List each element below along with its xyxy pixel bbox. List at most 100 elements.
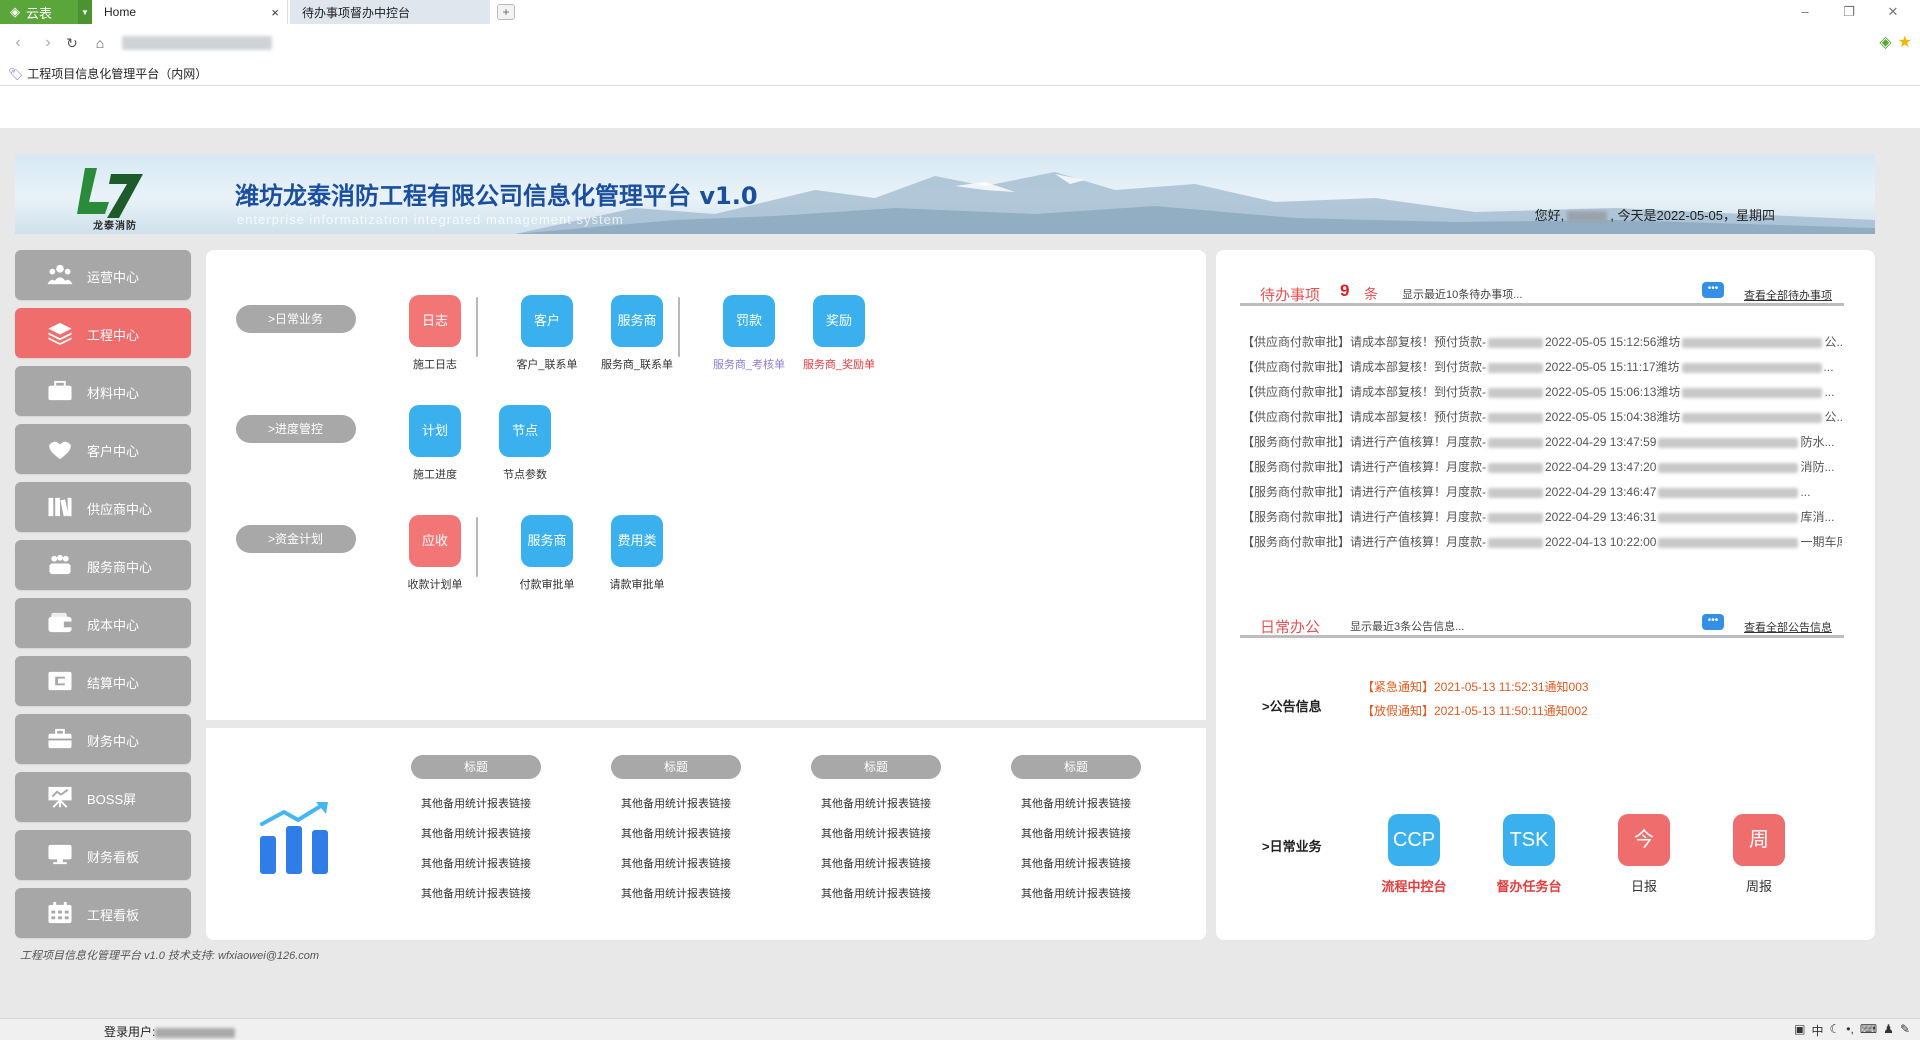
daily-app-tile[interactable]: CCP 流程中控台 [1374,814,1454,895]
sidebar-item[interactable]: 运营中心 [15,250,191,300]
extension-icon[interactable]: ◈ [1879,32,1891,52]
stats-link[interactable]: 其他备用统计报表链接 [411,879,541,909]
tile-caption[interactable]: 付款审批单 [502,576,592,592]
user-icon[interactable]: ♟ [1883,1022,1894,1039]
sidebar-item[interactable]: 客户中心 [15,424,191,474]
sidebar-item[interactable]: 材料中心 [15,366,191,416]
daily-app-icon[interactable]: TSK [1503,814,1555,866]
close-icon[interactable]: × [271,5,279,20]
tools-icon[interactable]: ✎ [1900,1022,1910,1039]
tab-todo-console[interactable]: 待办事项督办中控台 [290,0,490,24]
daily-app-tile[interactable]: TSK 督办任务台 [1489,814,1569,895]
stats-link[interactable]: 其他备用统计报表链接 [1011,819,1141,849]
stats-link[interactable]: 其他备用统计报表链接 [811,879,941,909]
tile-caption[interactable]: 服务商_考核单 [704,356,794,372]
daily-app-caption[interactable]: 日报 [1604,876,1684,895]
view-all-notices-link[interactable]: 查看全部公告信息 [1744,619,1832,635]
stats-link[interactable]: 其他备用统计报表链接 [611,789,741,819]
stats-link[interactable]: 其他备用统计报表链接 [411,849,541,879]
sidebar-item[interactable]: 工程看板 [15,888,191,938]
stats-link[interactable]: 其他备用统计报表链接 [1011,879,1141,909]
sidebar-item[interactable]: BOSS屏 [15,772,191,822]
view-all-todo-link[interactable]: 查看全部待办事项 [1744,287,1832,303]
moon-icon[interactable]: ☾ [1830,1022,1841,1039]
brand-menu-button[interactable]: ◈ 云表 ▼ [0,0,92,24]
daily-app-caption[interactable]: 流程中控台 [1374,876,1454,895]
close-window-button[interactable]: ✕ [1878,2,1908,22]
todo-item[interactable]: 【供应商付款审批】请成本部复核！预付货款- 2022-05-05 15:04:38… [1242,405,1842,430]
notice-item[interactable]: 【放假通知】2021-05-13 11:50:11通知002 [1362,702,1588,719]
notice-item[interactable]: 【紧急通知】2021-05-13 11:52:31通知003 [1362,678,1589,695]
daily-app-icon[interactable]: 周 [1733,814,1785,866]
business-tile[interactable]: 服务商 付款审批单 [502,515,592,592]
stats-link[interactable]: 其他备用统计报表链接 [1011,789,1141,819]
todo-item[interactable]: 【服务商付款审批】请进行产值核算！月度款- 2022-04-29 13:46:47… [1242,480,1842,505]
daily-app-icon[interactable]: 今 [1618,814,1670,866]
sidebar-item[interactable]: 财务看板 [15,830,191,880]
stats-link[interactable]: 其他备用统计报表链接 [611,879,741,909]
new-tab-button[interactable]: + [497,4,515,20]
business-tile[interactable]: 日志 施工日志 [390,295,480,372]
daily-app-tile[interactable]: 周周报 [1719,814,1799,895]
sidebar-item[interactable]: 成本中心 [15,598,191,648]
address-bar[interactable] [122,36,272,50]
daily-app-caption[interactable]: 周报 [1719,876,1799,895]
business-tile[interactable]: 罚款 服务商_考核单 [704,295,794,372]
business-tile[interactable]: 费用类 请款审批单 [592,515,682,592]
tab-home[interactable]: Home × [92,0,288,24]
restore-button[interactable]: ❐ [1834,2,1864,22]
business-tile[interactable]: 客户客户_联系单 [502,295,592,372]
tile-icon[interactable]: 节点 [499,405,551,457]
tile-caption[interactable]: 施工进度 [390,466,480,482]
star-icon[interactable]: ★ [1898,32,1912,52]
bookmark-item[interactable]: 工程项目信息化管理平台（内网） [27,65,207,82]
daily-app-tile[interactable]: 今日报 [1604,814,1684,895]
todo-item[interactable]: 【服务商付款审批】请进行产值核算！月度款- 2022-04-29 13:46:31… [1242,505,1842,530]
tile-caption[interactable]: 收款计划单 [390,576,480,592]
daily-app-icon[interactable]: CCP [1388,814,1440,866]
stats-link[interactable]: 其他备用统计报表链接 [1011,849,1141,879]
chat-icon[interactable]: ••• [1702,282,1724,298]
stats-link[interactable]: 其他备用统计报表链接 [811,819,941,849]
stats-link[interactable]: 其他备用统计报表链接 [611,819,741,849]
punctuation-icon[interactable]: •, [1846,1022,1854,1039]
business-tile[interactable]: 服务商服务商_联系单 [592,295,682,372]
stats-link[interactable]: 其他备用统计报表链接 [811,849,941,879]
stats-link[interactable]: 其他备用统计报表链接 [411,789,541,819]
tile-icon[interactable]: 服务商 [521,515,573,567]
tile-icon[interactable]: 费用类 [611,515,663,567]
sidebar-item[interactable]: 工程中心 [15,308,191,358]
tile-caption[interactable]: 服务商_联系单 [592,356,682,372]
todo-item[interactable]: 【供应商付款审批】请成本部复核！到付货款- 2022-05-05 15:06:13… [1242,380,1842,405]
todo-item[interactable]: 【服务商付款审批】请进行产值核算！月度款- 2022-04-29 13:47:20… [1242,455,1842,480]
business-tile[interactable]: 应收 收款计划单 [390,515,480,592]
tile-caption[interactable]: 节点参数 [480,466,570,482]
sidebar-item[interactable]: 供应商中心 [15,482,191,532]
business-tile[interactable]: 奖励服务商_奖励单 [794,295,884,372]
home-icon[interactable]: ⌂ [90,33,110,53]
refresh-icon[interactable]: ↻ [62,33,82,53]
tile-icon[interactable]: 客户 [521,295,573,347]
todo-item[interactable]: 【供应商付款审批】请成本部复核！到付货款- 2022-05-05 15:11:17… [1242,355,1842,380]
daily-app-caption[interactable]: 督办任务台 [1489,876,1569,895]
todo-item[interactable]: 【服务商付款审批】请进行产值核算！月度款- 2022-04-29 13:47:59… [1242,430,1842,455]
back-icon[interactable]: ‹ [8,33,28,53]
ime-lang-indicator[interactable]: 中 [1812,1022,1824,1039]
forward-icon[interactable]: › [38,33,58,53]
stats-link[interactable]: 其他备用统计报表链接 [811,789,941,819]
minimize-button[interactable]: – [1790,2,1820,22]
tile-caption[interactable]: 服务商_奖励单 [794,356,884,372]
tile-caption[interactable]: 施工日志 [390,356,480,372]
tile-icon[interactable]: 计划 [409,405,461,457]
chat-icon[interactable]: ••• [1702,614,1724,630]
tile-icon[interactable]: 服务商 [611,295,663,347]
stats-link[interactable]: 其他备用统计报表链接 [611,849,741,879]
tile-icon[interactable]: 应收 [409,515,461,567]
tile-icon[interactable]: 奖励 [813,295,865,347]
ime-icon[interactable]: ▣ [1794,1022,1805,1039]
sidebar-item[interactable]: 财务中心 [15,714,191,764]
tile-caption[interactable]: 客户_联系单 [502,356,592,372]
tile-caption[interactable]: 请款审批单 [592,576,682,592]
sidebar-item[interactable]: 服务商中心 [15,540,191,590]
todo-item[interactable]: 【供应商付款审批】请成本部复核！预付货款- 2022-05-05 15:12:56… [1242,330,1842,355]
